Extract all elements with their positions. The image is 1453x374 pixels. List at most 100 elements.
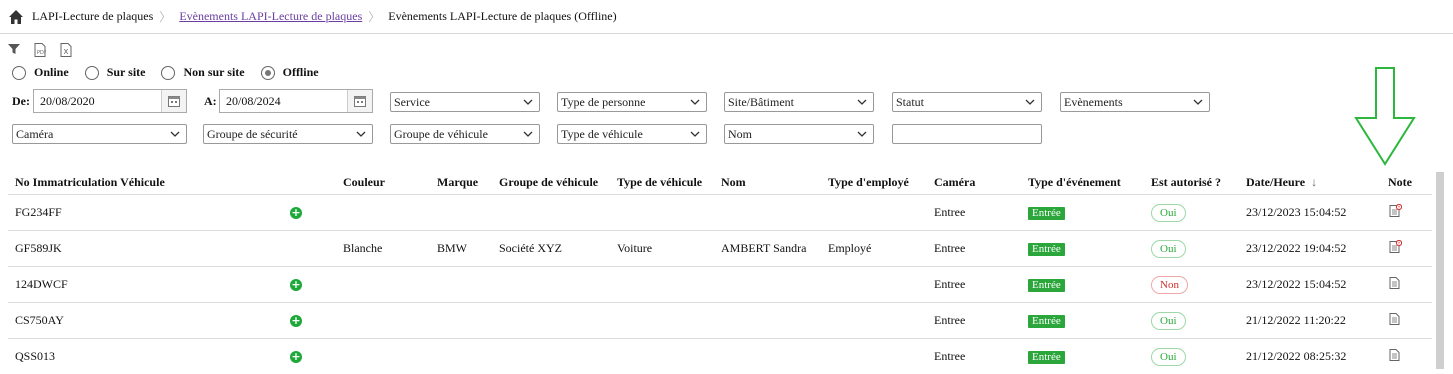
cell-type: Voiture: [610, 231, 714, 267]
event-badge: Entrée: [1028, 207, 1065, 220]
groupe-vehicule-select[interactable]: Groupe de véhicule: [390, 124, 540, 144]
cell-nom: [714, 267, 821, 303]
note-icon[interactable]: [1388, 204, 1402, 218]
radio-online[interactable]: Online: [12, 65, 69, 80]
cell-date: 23/12/2022 19:04:52: [1239, 231, 1381, 267]
camera-select[interactable]: Caméra: [12, 124, 187, 144]
mode-radio-group: Online Sur site Non sur site Offline: [12, 65, 335, 80]
header-groupe[interactable]: Groupe de véhicule: [492, 170, 610, 195]
cell-camera: Entree: [927, 195, 1021, 231]
service-select-value: Service: [394, 95, 430, 110]
header-type[interactable]: Type de véhicule: [610, 170, 714, 195]
from-date-field[interactable]: 20/08/2020: [33, 89, 187, 113]
event-badge: Entrée: [1028, 243, 1065, 256]
auth-badge: Oui: [1151, 312, 1186, 330]
breadcrumb-item-lapi[interactable]: LAPI-Lecture de plaques: [32, 9, 153, 24]
cell-plate: CS750AY: [8, 303, 283, 339]
header-add: [283, 170, 336, 195]
header-date[interactable]: Date/Heure ↓: [1239, 170, 1381, 195]
header-event[interactable]: Type d'événement: [1021, 170, 1144, 195]
to-date-label: A:: [204, 94, 217, 109]
header-nom[interactable]: Nom: [714, 170, 821, 195]
cell-type: [610, 195, 714, 231]
cell-marque: BMW: [430, 231, 492, 267]
sort-desc-icon[interactable]: ↓: [1311, 175, 1317, 189]
cell-auth: Oui: [1144, 195, 1239, 231]
radio-circle[interactable]: [12, 66, 26, 80]
header-date-label: Date/Heure: [1246, 175, 1305, 189]
site-batiment-select[interactable]: Site/Bâtiment: [724, 92, 874, 112]
home-icon[interactable]: [8, 9, 24, 25]
statut-select[interactable]: Statut: [892, 92, 1042, 112]
vertical-scrollbar[interactable]: [1436, 172, 1444, 369]
add-circle-icon[interactable]: +: [290, 207, 302, 219]
cell-note: [1381, 195, 1432, 231]
radio-circle[interactable]: [161, 66, 175, 80]
export-toolbar: PDF X: [8, 43, 74, 57]
cell-plate: 124DWCF: [8, 267, 283, 303]
note-icon[interactable]: [1388, 348, 1402, 362]
note-icon[interactable]: [1388, 240, 1402, 254]
breadcrumb-item-events[interactable]: Evènements LAPI-Lecture de plaques: [179, 9, 362, 24]
add-circle-icon[interactable]: +: [290, 351, 302, 363]
header-camera[interactable]: Caméra: [927, 170, 1021, 195]
table-row[interactable]: 124DWCF + Entree Entrée Non 23/12/2022 1…: [8, 267, 1432, 303]
statut-select-value: Statut: [896, 95, 924, 110]
radio-non-sur-site[interactable]: Non sur site: [161, 65, 244, 80]
evenements-select[interactable]: Evènements: [1060, 92, 1210, 112]
radio-circle-checked[interactable]: [261, 66, 275, 80]
header-couleur[interactable]: Couleur: [336, 170, 430, 195]
table-row[interactable]: FG234FF + Entree Entrée Oui 23/12/2023 1…: [8, 195, 1432, 231]
groupe-securite-select[interactable]: Groupe de sécurité: [203, 124, 373, 144]
header-note[interactable]: Note: [1381, 170, 1432, 195]
header-marque[interactable]: Marque: [430, 170, 492, 195]
chevron-down-icon: [356, 129, 366, 139]
header-auth[interactable]: Est autorisé ?: [1144, 170, 1239, 195]
nom-select[interactable]: Nom: [724, 124, 874, 144]
cell-plate: GF589JK: [8, 231, 283, 267]
excel-export-icon[interactable]: X: [60, 43, 74, 57]
radio-label-non-sur-site: Non sur site: [183, 65, 244, 80]
cell-date: 23/12/2023 15:04:52: [1239, 195, 1381, 231]
events-table: No Immatriculation Véhicule Couleur Marq…: [8, 170, 1432, 374]
type-personne-select[interactable]: Type de personne: [557, 92, 707, 112]
type-vehicule-select-value: Type de véhicule: [561, 127, 643, 142]
auth-badge: Oui: [1151, 240, 1186, 258]
cell-add: +: [283, 267, 336, 303]
cell-employe: [821, 195, 927, 231]
cell-date: 23/12/2022 15:04:52: [1239, 267, 1381, 303]
cell-type: [610, 303, 714, 339]
note-icon[interactable]: [1388, 276, 1402, 290]
type-vehicule-select[interactable]: Type de véhicule: [557, 124, 707, 144]
chevron-down-icon: [857, 129, 867, 139]
service-select[interactable]: Service: [390, 92, 540, 112]
add-circle-icon[interactable]: +: [290, 279, 302, 291]
event-badge: Entrée: [1028, 279, 1065, 292]
filter-icon[interactable]: [8, 43, 22, 57]
radio-label-sur-site: Sur site: [107, 65, 146, 80]
cell-camera: Entree: [927, 267, 1021, 303]
cell-marque: [430, 303, 492, 339]
note-icon[interactable]: [1388, 312, 1402, 326]
table-row[interactable]: CS750AY + Entree Entrée Oui 21/12/2022 1…: [8, 303, 1432, 339]
radio-offline[interactable]: Offline: [261, 65, 319, 80]
table-header-row: No Immatriculation Véhicule Couleur Marq…: [8, 170, 1432, 195]
calendar-icon[interactable]: [161, 90, 186, 112]
calendar-icon[interactable]: [347, 90, 372, 112]
header-employe[interactable]: Type d'employé: [821, 170, 927, 195]
search-text-input[interactable]: [892, 124, 1042, 144]
breadcrumb: LAPI-Lecture de plaques 〉 Evènements LAP…: [0, 0, 1453, 34]
radio-sur-site[interactable]: Sur site: [85, 65, 146, 80]
table-row[interactable]: GF589JK Blanche BMW Société XYZ Voiture …: [8, 231, 1432, 267]
cell-couleur: [336, 303, 430, 339]
add-circle-icon[interactable]: +: [290, 315, 302, 327]
pdf-export-icon[interactable]: PDF: [34, 43, 48, 57]
from-date-label: De:: [12, 94, 30, 109]
auth-badge: Non: [1151, 276, 1188, 294]
radio-circle[interactable]: [85, 66, 99, 80]
cell-couleur: [336, 195, 430, 231]
cell-nom: [714, 195, 821, 231]
header-plate[interactable]: No Immatriculation Véhicule: [8, 170, 283, 195]
to-date-field[interactable]: 20/08/2024: [219, 89, 373, 113]
to-date-value: 20/08/2024: [220, 94, 347, 109]
